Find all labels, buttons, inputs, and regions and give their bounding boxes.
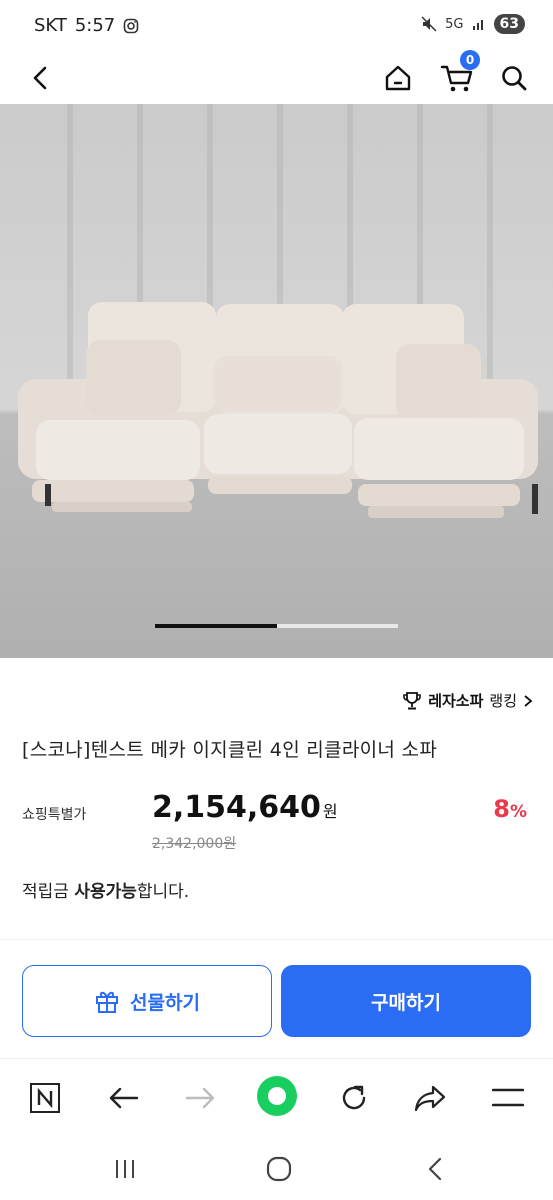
reload-icon <box>342 1085 366 1110</box>
arrow-left-icon <box>109 1087 139 1109</box>
chevron-right-icon <box>524 694 533 707</box>
buy-button[interactable]: 구매하기 <box>281 965 531 1037</box>
search-button[interactable] <box>497 61 531 95</box>
browser-back-button[interactable] <box>104 1080 142 1116</box>
browser-forward-button[interactable] <box>182 1080 220 1116</box>
carrier: SKT <box>34 15 67 36</box>
naver-logo-icon <box>30 1083 60 1113</box>
instagram-icon <box>123 18 139 33</box>
reload-button[interactable] <box>336 1080 372 1116</box>
points-info: 적립금 사용가능합니다. <box>22 877 189 902</box>
share-icon <box>414 1085 446 1112</box>
gallery-indicator-fill <box>155 624 277 628</box>
signal-icon <box>472 20 483 30</box>
trophy-icon <box>403 691 421 709</box>
search-icon <box>502 66 527 91</box>
home-button[interactable] <box>381 61 415 95</box>
points-suffix: 합니다. <box>136 882 190 902</box>
ranking-link[interactable]: 레자소파 랭킹 <box>402 690 533 711</box>
system-back-button[interactable] <box>420 1154 450 1184</box>
chevron-left-icon <box>33 66 47 90</box>
gift-button-label: 선물하기 <box>130 991 200 1014</box>
points-prefix: 적립금 <box>22 882 75 902</box>
buy-button-label: 구매하기 <box>371 991 441 1014</box>
sale-price: 2,154,640 원 <box>152 790 338 825</box>
browser-toolbar <box>0 1058 553 1136</box>
price-label: 쇼핑특별가 <box>22 807 87 823</box>
points-bold: 사용가능 <box>74 882 137 902</box>
green-dot-icon <box>257 1076 297 1116</box>
product-image[interactable] <box>0 104 553 658</box>
ranking-category: 레자소파 <box>428 692 484 710</box>
system-navigation-bar <box>0 1136 553 1200</box>
sale-price-value: 2,154,640 <box>152 790 321 825</box>
recent-apps-button[interactable] <box>110 1154 140 1184</box>
battery-badge: 63 <box>493 14 525 34</box>
sofa-illustration <box>18 104 538 518</box>
discount-unit: % <box>509 802 527 822</box>
gift-icon <box>96 991 119 1013</box>
price-unit: 원 <box>322 802 338 821</box>
green-dot-button[interactable] <box>254 1073 300 1119</box>
naver-tab-button[interactable] <box>27 1080 63 1116</box>
hamburger-menu-icon <box>492 1088 524 1107</box>
back-button[interactable] <box>24 62 56 94</box>
home-system-button[interactable] <box>264 1154 294 1184</box>
original-price: 2,342,000원 <box>152 836 237 852</box>
product-title: [스코나]텐스트 메카 이지클린 4인 리클라이너 소파 <box>22 739 438 761</box>
menu-button[interactable] <box>489 1080 527 1116</box>
status-bar: SKT 5:57 5G 63 <box>0 0 553 52</box>
share-button[interactable] <box>411 1080 449 1116</box>
arrow-right-icon <box>185 1087 215 1109</box>
mute-icon <box>421 16 437 32</box>
back-chevron-icon <box>428 1157 442 1181</box>
gallery-indicator <box>155 624 398 628</box>
ranking-label: 랭킹 <box>489 692 517 710</box>
cart-count-badge: 0 <box>460 50 480 70</box>
recent-apps-icon <box>116 1160 134 1178</box>
divider <box>0 939 553 940</box>
gift-button[interactable]: 선물하기 <box>22 965 272 1037</box>
discount-value: 8 <box>493 795 510 823</box>
home-circle-icon <box>266 1156 292 1182</box>
home-icon <box>385 65 411 91</box>
network-label: 5G <box>445 16 464 32</box>
clock: 5:57 <box>74 15 116 36</box>
discount-rate: 8% <box>493 795 527 823</box>
